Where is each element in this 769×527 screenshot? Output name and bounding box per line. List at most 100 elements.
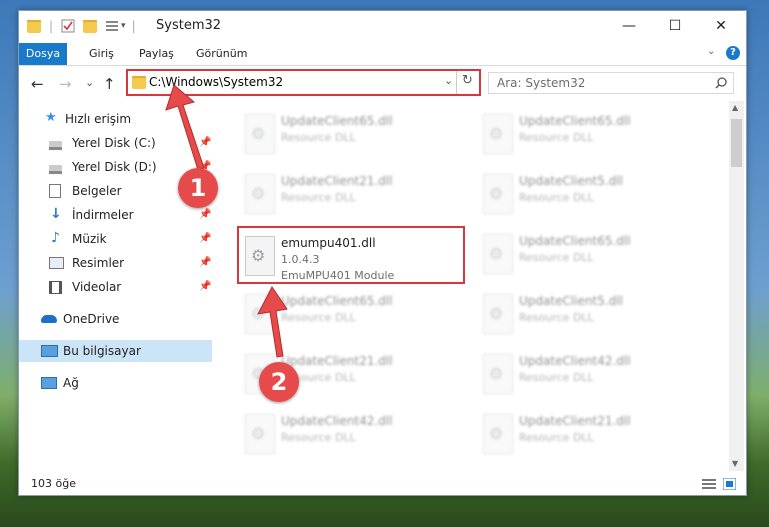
file-tile[interactable]: ⚙ UpdateClient65.dll Resource DLL xyxy=(238,106,468,160)
minimize-button[interactable]: — xyxy=(606,11,652,41)
search-icon[interactable] xyxy=(715,77,727,89)
scrollbar-thumb[interactable] xyxy=(731,119,742,167)
file-description: Resource DLL xyxy=(281,191,356,204)
gear-icon: ⚙ xyxy=(489,244,504,263)
sidebar-label: Videolar xyxy=(72,280,122,294)
pin-icon[interactable]: 📌 xyxy=(199,228,211,250)
ribbon-tabs: Dosya Giriş Paylaş Görünüm ⌄ ? xyxy=(19,41,746,66)
drive-icon xyxy=(49,165,62,174)
file-tile[interactable]: ⚙ UpdateClient5.dll Resource DLL xyxy=(476,286,706,340)
file-tile[interactable]: ⚙ UpdateClient65.dll Resource DLL xyxy=(476,226,706,280)
refresh-button[interactable]: ↻ xyxy=(462,73,473,88)
sidebar-item-quick-access[interactable]: ★ Hızlı erişim xyxy=(45,108,210,130)
vertical-scrollbar[interactable]: ▲ ▼ xyxy=(729,101,744,471)
sidebar-item-videos[interactable]: Videolar 📌 xyxy=(49,276,211,298)
tab-file[interactable]: Dosya xyxy=(19,43,67,65)
pin-icon[interactable]: 📌 xyxy=(199,276,211,298)
forward-button[interactable]: → xyxy=(59,75,72,93)
status-bar: 103 öğe xyxy=(19,473,746,495)
scroll-up-icon[interactable]: ▲ xyxy=(732,103,738,112)
pin-icon[interactable]: 📌 xyxy=(199,252,211,274)
sidebar-item-this-pc[interactable]: Bu bilgisayar xyxy=(19,340,212,362)
file-name: UpdateClient65.dll xyxy=(281,114,393,128)
file-tile[interactable]: ⚙ UpdateClient42.dll Resource DLL xyxy=(238,406,468,460)
address-bar[interactable]: C:\Windows\System32 ⌄ ↻ xyxy=(126,69,481,96)
file-name: UpdateClient5.dll xyxy=(519,294,623,308)
music-icon: ♪ xyxy=(51,230,60,246)
sidebar-item-music[interactable]: ♪ Müzik 📌 xyxy=(49,228,211,250)
file-highlight-box xyxy=(237,226,465,284)
file-tile[interactable]: ⚙ UpdateClient42.dll Resource DLL xyxy=(476,346,706,400)
help-icon[interactable]: ? xyxy=(726,46,740,60)
expand-ribbon-icon[interactable]: ⌄ xyxy=(707,46,715,57)
gear-icon: ⚙ xyxy=(489,364,504,383)
gear-icon: ⚙ xyxy=(489,124,504,143)
navigation-pane: ★ Hızlı erişim Yerel Disk (C:) 📌 Yerel D… xyxy=(19,101,212,466)
sidebar-label: Belgeler xyxy=(72,184,122,198)
file-name: UpdateClient42.dll xyxy=(281,414,393,428)
computer-icon xyxy=(41,345,58,357)
tab-view[interactable]: Görünüm xyxy=(196,44,247,64)
file-name: UpdateClient42.dll xyxy=(519,354,631,368)
document-icon xyxy=(49,184,61,198)
sidebar-item-disk-c[interactable]: Yerel Disk (C:) 📌 xyxy=(49,132,211,154)
up-button[interactable]: ↑ xyxy=(103,75,116,93)
explorer-window: | ▾ | System32 — ☐ ✕ Dosya Giriş Paylaş … xyxy=(18,10,747,496)
file-name: UpdateClient21.dll xyxy=(519,414,631,428)
sidebar-item-pictures[interactable]: Resimler 📌 xyxy=(49,252,211,274)
file-tile[interactable]: ⚙ UpdateClient21.dll Resource DLL xyxy=(476,406,706,460)
item-count: 103 öğe xyxy=(31,477,76,490)
file-tile[interactable]: ⚙ UpdateClient21.dll Resource DLL xyxy=(238,166,468,220)
tab-share[interactable]: Paylaş xyxy=(139,44,174,64)
toolbar-dropdown-icon[interactable]: ▾ xyxy=(121,21,126,31)
gear-icon: ⚙ xyxy=(489,184,504,203)
callout-badge-2: 2 xyxy=(259,362,299,402)
folder-icon xyxy=(27,19,41,33)
back-button[interactable]: ← xyxy=(31,75,44,93)
address-dropdown-icon[interactable]: ⌄ xyxy=(444,74,453,87)
close-button[interactable]: ✕ xyxy=(698,11,744,41)
new-folder-icon[interactable] xyxy=(83,19,98,33)
drive-icon xyxy=(49,141,62,150)
gear-icon: ⚙ xyxy=(489,424,504,443)
sidebar-item-downloads[interactable]: ↓ İndirmeler 📌 xyxy=(49,204,211,226)
gear-icon: ⚙ xyxy=(251,424,266,443)
large-icons-view-icon[interactable] xyxy=(723,478,736,490)
file-description: Resource DLL xyxy=(519,311,594,324)
file-tile[interactable]: ⚙ UpdateClient5.dll Resource DLL xyxy=(476,166,706,220)
sidebar-label: Bu bilgisayar xyxy=(63,344,141,358)
pin-icon[interactable]: 📌 xyxy=(199,132,211,154)
sidebar-label: Yerel Disk (C:) xyxy=(72,136,156,150)
sidebar-label: Müzik xyxy=(72,232,107,246)
gear-icon: ⚙ xyxy=(251,124,266,143)
tab-home[interactable]: Giriş xyxy=(89,44,114,64)
gear-icon: ⚙ xyxy=(489,304,504,323)
window-title: System32 xyxy=(156,18,222,33)
file-tile[interactable]: ⚙ UpdateClient65.dll Resource DLL xyxy=(238,286,468,340)
quick-access-toolbar: | ▾ | xyxy=(27,17,136,35)
file-list: ⚙ UpdateClient65.dll Resource DLL ⚙ Upda… xyxy=(231,101,727,466)
file-description: Resource DLL xyxy=(519,191,594,204)
address-path: C:\Windows\System32 xyxy=(149,75,284,89)
sidebar-label: Hızlı erişim xyxy=(65,112,132,126)
details-view-icon[interactable] xyxy=(702,478,716,490)
scroll-down-icon[interactable]: ▼ xyxy=(732,459,738,468)
network-icon xyxy=(41,377,57,389)
recent-locations-button[interactable]: ⌄ xyxy=(85,76,94,89)
address-divider xyxy=(456,71,457,94)
sidebar-item-network[interactable]: Ağ xyxy=(41,372,210,394)
sidebar-label: Yerel Disk (D:) xyxy=(72,160,157,174)
maximize-button[interactable]: ☐ xyxy=(652,11,698,41)
sidebar-item-onedrive[interactable]: OneDrive xyxy=(41,308,210,330)
customize-icon[interactable] xyxy=(105,19,119,33)
file-name: UpdateClient21.dll xyxy=(281,174,393,188)
toolbar-separator: | xyxy=(49,19,54,33)
sidebar-label: Ağ xyxy=(63,376,79,390)
properties-icon[interactable] xyxy=(61,19,75,33)
navigation-bar: ← → ⌄ ↑ C:\Windows\System32 ⌄ ↻ Ara: Sys… xyxy=(19,66,746,98)
file-tile[interactable]: ⚙ UpdateClient65.dll Resource DLL xyxy=(476,106,706,160)
sidebar-label: Resimler xyxy=(72,256,125,270)
search-box[interactable]: Ara: System32 xyxy=(488,72,734,94)
file-description: Resource DLL xyxy=(519,431,594,444)
video-icon xyxy=(49,281,62,294)
